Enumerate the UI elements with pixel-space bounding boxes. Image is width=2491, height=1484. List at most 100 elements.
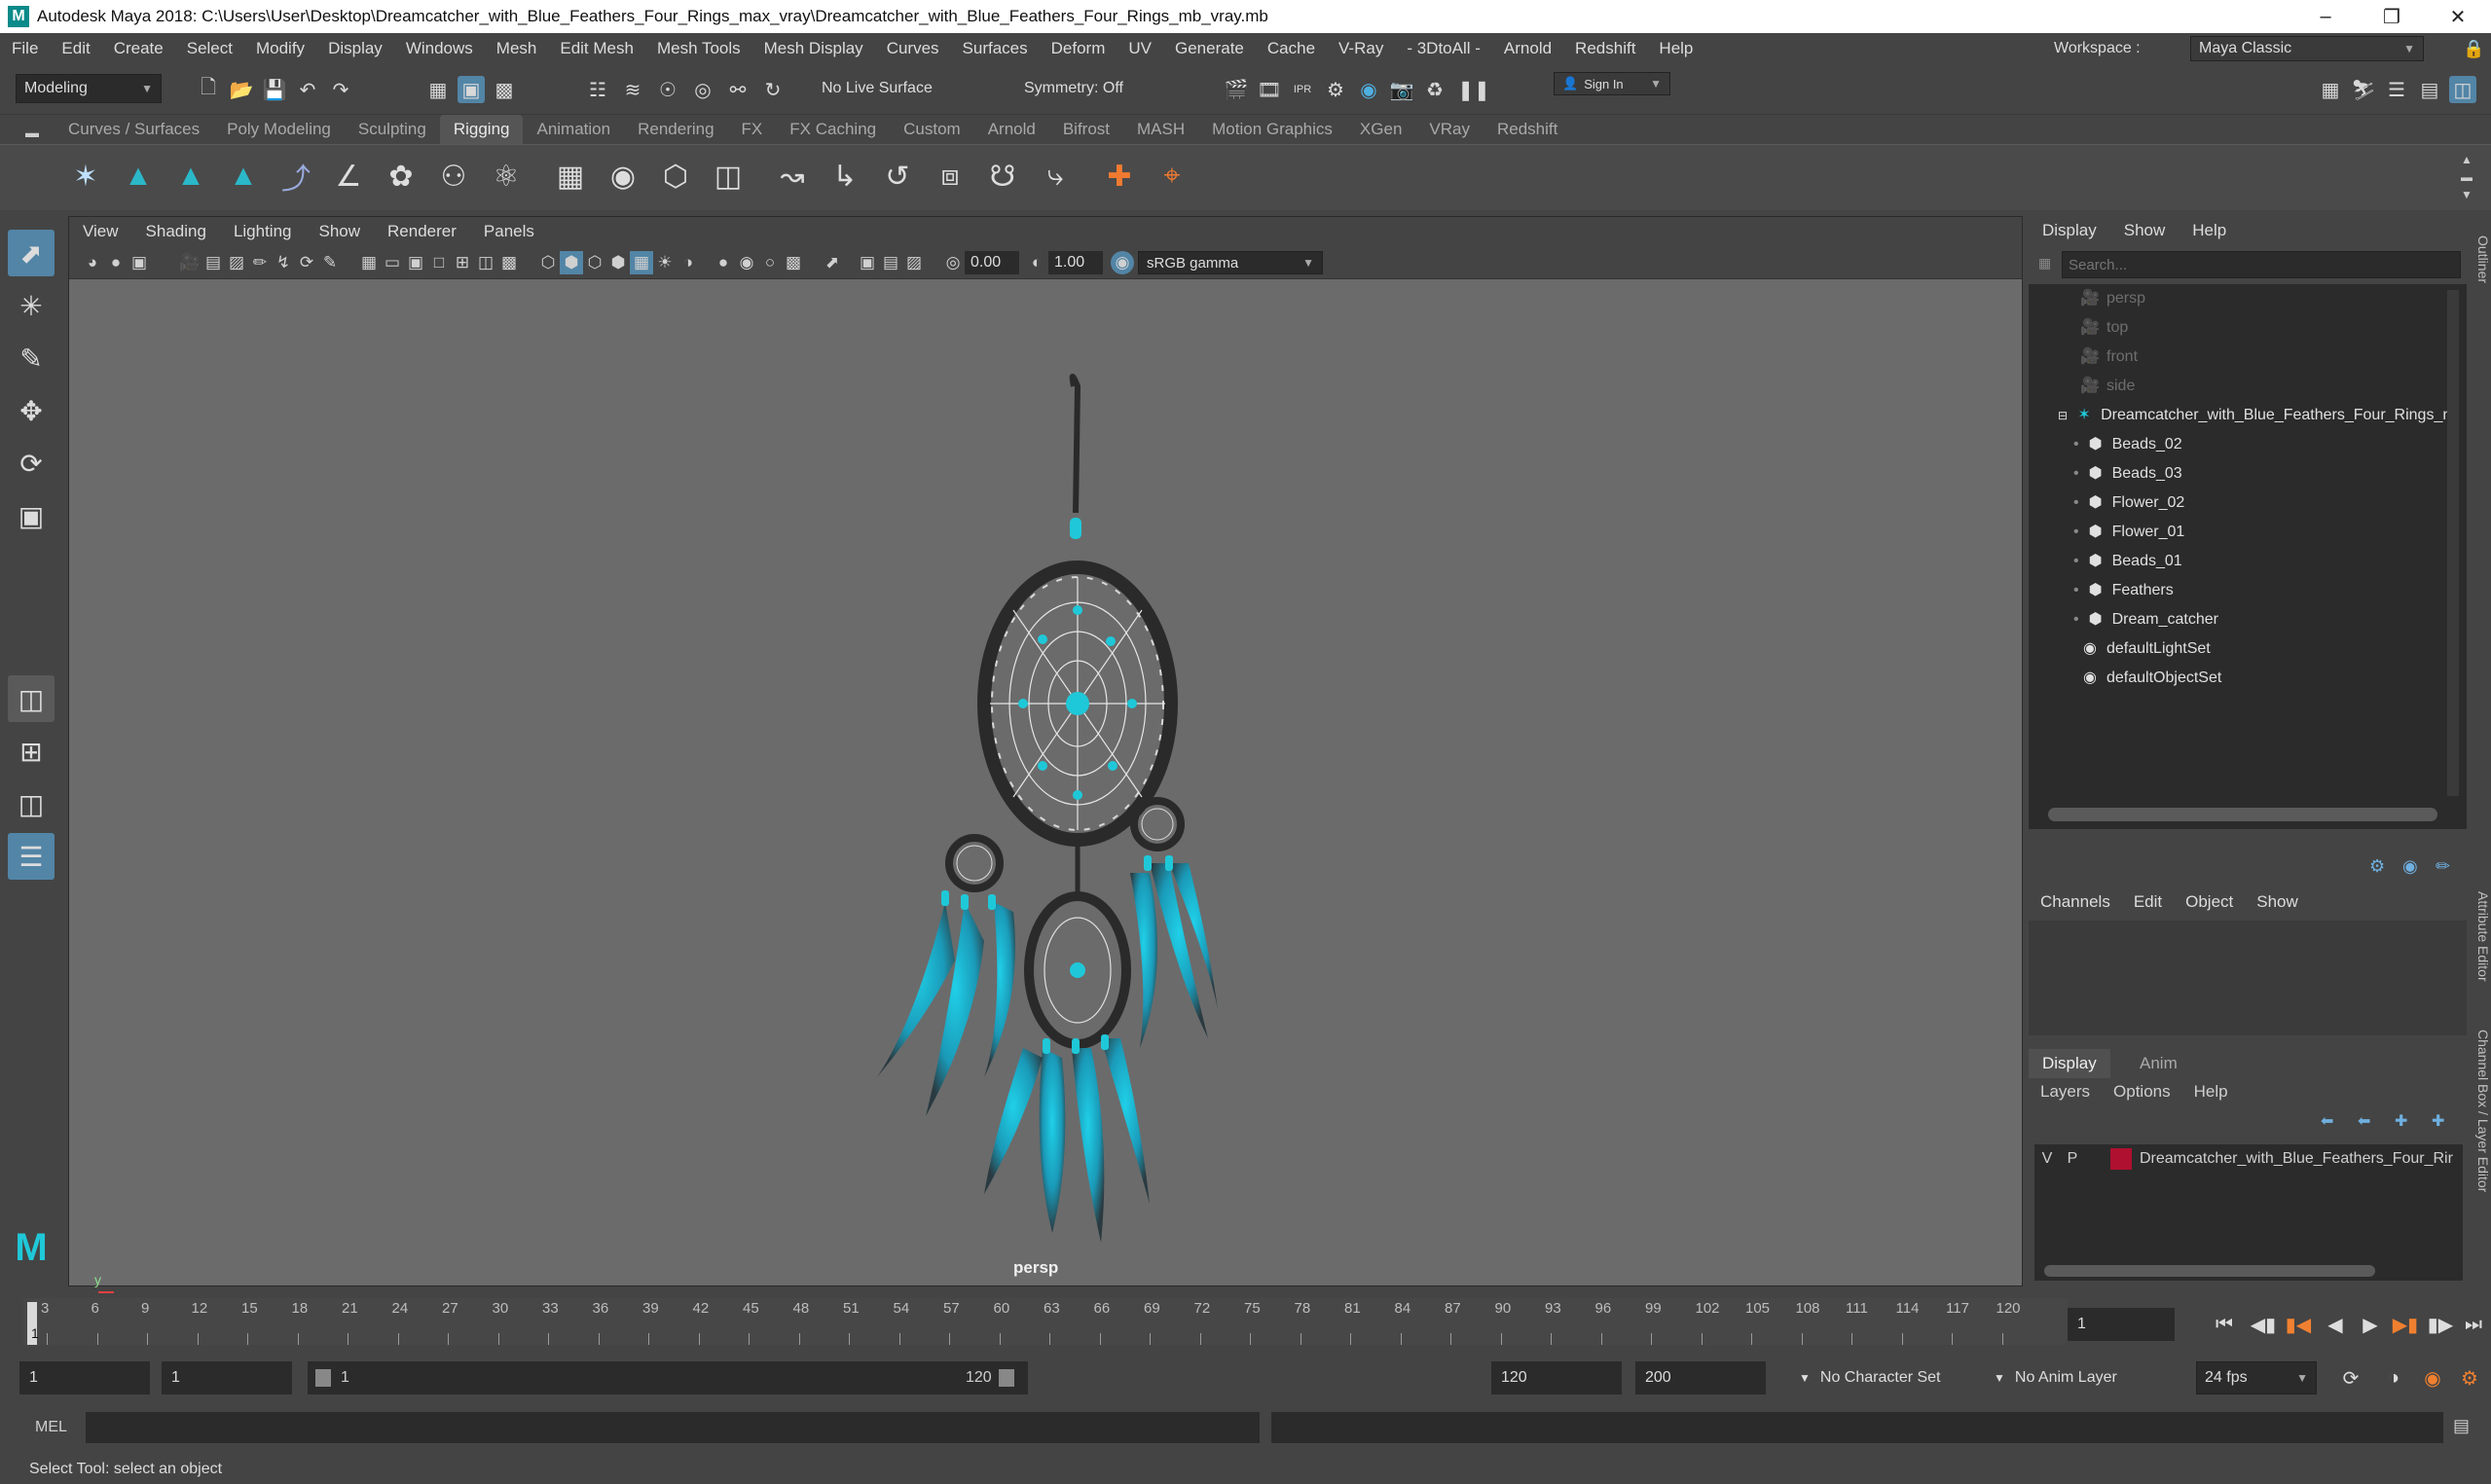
shelf-tab-custom[interactable]: Custom (890, 115, 974, 144)
menu-set-dropdown[interactable]: Modeling ▼ (16, 74, 162, 103)
channel-box-icon[interactable]: ◫ (2449, 76, 2476, 103)
orient-constraint-icon[interactable]: ↺ (876, 155, 919, 198)
color-management-icon[interactable]: ◉ (1111, 251, 1134, 274)
shelf-tab-mash[interactable]: MASH (1123, 115, 1198, 144)
render-settings-icon[interactable]: ⚙ (1322, 76, 1349, 103)
shelf-tab-curves-surfaces[interactable]: Curves / Surfaces (55, 115, 213, 144)
snap-point-icon[interactable]: ☉ (654, 76, 681, 103)
range-slider[interactable]: 1 120 (308, 1361, 1028, 1394)
new-layer-selected-icon[interactable]: ✚ (2432, 1111, 2444, 1131)
menu-mesh-display[interactable]: Mesh Display (752, 33, 875, 64)
close-icon[interactable]: ✕ (2425, 0, 2491, 33)
menu-vray[interactable]: V-Ray (1327, 33, 1395, 64)
side-tab-channel-box[interactable]: Channel Box / Layer Editor (2469, 1014, 2491, 1209)
shelf-tab-bifrost[interactable]: Bifrost (1049, 115, 1123, 144)
lasso-tool-icon[interactable]: ✳ (8, 282, 55, 329)
use-all-lights-icon[interactable]: ☀ (653, 251, 677, 274)
xray-components-icon[interactable]: ▨ (902, 251, 926, 274)
menu-file[interactable]: File (0, 33, 50, 64)
menu-arnold[interactable]: Arnold (1492, 33, 1563, 64)
shelf-tab-poly-modeling[interactable]: Poly Modeling (213, 115, 345, 144)
blend-shape-icon[interactable]: ◫ (707, 155, 750, 198)
snap-grid-icon[interactable]: ☷ (584, 76, 611, 103)
auto-keyframe-toggle-icon[interactable]: ◉ (2418, 1361, 2447, 1394)
layer-name[interactable]: Dreamcatcher_with_Blue_Feathers_Four_Rir (2140, 1150, 2453, 1168)
menu-curves[interactable]: Curves (875, 33, 951, 64)
lock-icon[interactable]: 🔒 (2463, 39, 2484, 59)
channel-box-menu-object[interactable]: Object (2174, 887, 2245, 917)
outliner-item-top[interactable]: 🎥 top (2079, 313, 2128, 343)
save-scene-icon[interactable]: 💾 (261, 76, 288, 103)
menu-generate[interactable]: Generate (1163, 33, 1256, 64)
outliner-vertical-scrollbar[interactable] (2447, 290, 2459, 796)
safe-title-icon[interactable]: ▩ (497, 251, 521, 274)
side-tab-outliner[interactable]: Outliner (2469, 226, 2491, 294)
snap-together-icon[interactable]: ↯ (272, 251, 295, 274)
locator-target-icon[interactable]: ⌖ (1151, 155, 1193, 198)
search-options-icon[interactable]: ▦ (2038, 255, 2051, 271)
shelf-tab-rendering[interactable]: Rendering (624, 115, 727, 144)
menu-3dtoall[interactable]: - 3DtoAll - (1395, 33, 1492, 64)
select-component-icon[interactable]: ▩ (491, 76, 518, 103)
workspace-dropdown[interactable]: Maya Classic ▼ (2190, 36, 2424, 61)
outliner-horizontal-scrollbar[interactable] (2048, 808, 2437, 821)
quick-rig-icon[interactable]: ▲ (117, 155, 160, 198)
layer-visibility-toggle[interactable]: V (2034, 1150, 2060, 1168)
viewport-menu-renderer[interactable]: Renderer (374, 217, 470, 246)
camera-icon[interactable]: 🎥 (178, 251, 201, 274)
ipr-render-icon[interactable]: IPR (1289, 76, 1316, 103)
menu-windows[interactable]: Windows (394, 33, 485, 64)
layer-tab-anim[interactable]: Anim (2126, 1049, 2191, 1078)
shelf-tab-animation[interactable]: Animation (523, 115, 624, 144)
range-slider-end-handle[interactable] (999, 1369, 1014, 1387)
image-plane-icon[interactable]: ▤ (201, 251, 225, 274)
outliner-menu-help[interactable]: Help (2179, 216, 2240, 245)
layer-menu-layers[interactable]: Layers (2029, 1078, 2102, 1105)
new-layer-icon[interactable]: ✚ (2395, 1111, 2407, 1131)
safe-action-icon[interactable]: ◫ (474, 251, 497, 274)
xray-tool-icon[interactable]: ✎ (318, 251, 342, 274)
collapse-icon[interactable]: ⊟ (2058, 409, 2068, 422)
new-scene-icon[interactable]: 🗋 (195, 76, 222, 103)
menu-select[interactable]: Select (175, 33, 244, 64)
layer-menu-help[interactable]: Help (2182, 1078, 2240, 1105)
gamma-icon[interactable]: ◐ (1025, 251, 1048, 274)
shelf-tab-vray[interactable]: VRay (1415, 115, 1484, 144)
outliner-search-input[interactable] (2062, 251, 2461, 278)
menu-mesh-tools[interactable]: Mesh Tools (645, 33, 752, 64)
loop-icon[interactable]: ⟳ (2336, 1361, 2365, 1394)
joint-tool-icon[interactable]: ✶ (64, 155, 107, 198)
move-layer-up-icon[interactable]: ⬅ (2321, 1111, 2333, 1131)
outliner-item-flower-02[interactable]: • ⬢ Flower_02 (2073, 489, 2184, 518)
skeleton-icon[interactable]: ▲ (222, 155, 265, 198)
modeling-toolkit-icon[interactable]: ▦ (2317, 76, 2344, 103)
viewport-menu-panels[interactable]: Panels (470, 217, 548, 246)
cluster-icon[interactable]: ◉ (602, 155, 644, 198)
fps-dropdown[interactable]: 24 fps ▼ (2196, 1361, 2317, 1394)
animation-start-field[interactable]: 1 (19, 1361, 150, 1394)
range-slider-start-handle[interactable] (315, 1369, 331, 1387)
point-constraint-icon[interactable]: ↝ (771, 155, 814, 198)
anim-layer-dropdown[interactable]: ▼ No Anim Layer (1986, 1361, 2171, 1394)
layer-tab-display[interactable]: Display (2029, 1049, 2110, 1078)
playback-start-field[interactable]: 1 (162, 1361, 292, 1394)
wrap-icon[interactable]: ⬡ (654, 155, 697, 198)
film-gate-icon[interactable]: ▭ (381, 251, 404, 274)
bookmark-icon[interactable]: ▣ (128, 251, 151, 274)
two-view-layout-icon[interactable]: ◫ (8, 780, 55, 827)
layer-menu-options[interactable]: Options (2102, 1078, 2182, 1105)
screen-space-ao-icon[interactable]: ● (712, 251, 735, 274)
shelf-tab-xgen[interactable]: XGen (1346, 115, 1415, 144)
select-object-icon[interactable]: ▣ (458, 76, 485, 103)
render-view-icon[interactable]: 🎬 (1223, 76, 1250, 103)
current-frame-field[interactable]: 1 (2068, 1308, 2175, 1341)
menu-mesh[interactable]: Mesh (485, 33, 549, 64)
posed-character-icon[interactable]: ⚛ (485, 155, 528, 198)
default-material-icon[interactable]: ⬢ (606, 251, 630, 274)
viewport-menu-view[interactable]: View (69, 217, 132, 246)
menu-cache[interactable]: Cache (1256, 33, 1327, 64)
layer-row[interactable]: V P Dreamcatcher_with_Blue_Feathers_Four… (2034, 1144, 2463, 1174)
menu-uv[interactable]: UV (1117, 33, 1163, 64)
menu-edit[interactable]: Edit (50, 33, 101, 64)
character-icon[interactable]: ⚇ (432, 155, 475, 198)
